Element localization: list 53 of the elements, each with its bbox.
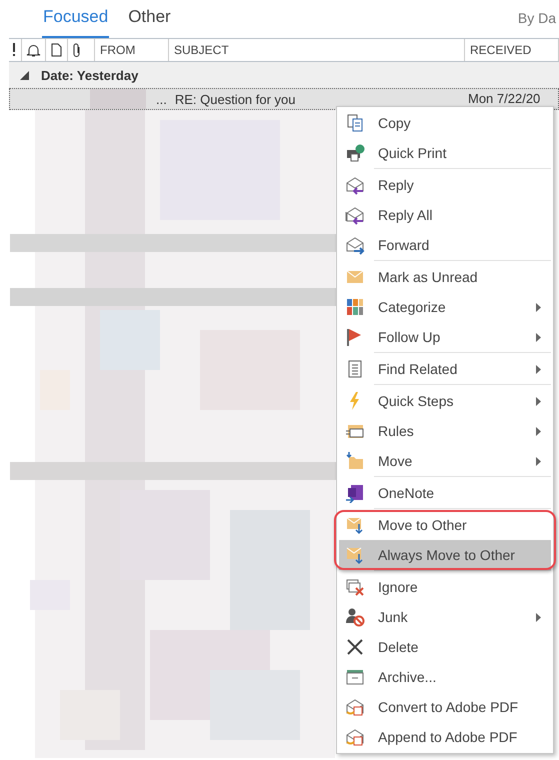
message-preview: ... xyxy=(156,92,167,106)
group-label: Date: Yesterday xyxy=(41,68,138,82)
reply-icon xyxy=(345,175,365,195)
menu-item[interactable]: Move xyxy=(339,446,551,476)
menu-item[interactable]: Mark as Unread xyxy=(339,262,551,292)
copy-icon xyxy=(345,113,365,133)
paperclip-icon[interactable] xyxy=(72,42,82,58)
collapse-icon[interactable] xyxy=(20,70,29,80)
menu-item[interactable]: Reply All xyxy=(339,200,551,230)
ignore-icon xyxy=(345,577,365,597)
menu-item[interactable]: Follow Up xyxy=(339,322,551,352)
column-header[interactable]: SUBJECT xyxy=(174,43,229,57)
message-subject: RE: Question for you xyxy=(174,92,296,106)
menu-item[interactable]: Ignore xyxy=(339,572,551,602)
envelope-down-icon xyxy=(345,515,365,535)
menu-item[interactable]: Always Move to Other xyxy=(339,540,551,570)
menu-item[interactable]: Forward xyxy=(339,230,551,260)
category-icon xyxy=(345,297,365,317)
message-date: Mon 7/22/20 xyxy=(468,91,540,106)
menu-item[interactable]: Categorize xyxy=(339,292,551,322)
column-header[interactable]: RECEIVED xyxy=(470,43,532,57)
archive-icon xyxy=(345,667,365,687)
menu-item[interactable]: Reply xyxy=(339,170,551,200)
sort-label[interactable]: By Da xyxy=(518,10,556,26)
menu-item[interactable]: Quick Steps xyxy=(339,386,551,416)
folder-icon xyxy=(345,451,365,471)
menu-item[interactable]: Delete xyxy=(339,632,551,662)
printer-icon xyxy=(345,143,365,163)
menu-item[interactable]: Quick Print xyxy=(339,138,551,168)
bell-icon[interactable] xyxy=(26,43,41,57)
envelope-down-icon xyxy=(345,545,365,565)
column-header[interactable]: FROM xyxy=(100,43,136,57)
importance-icon[interactable] xyxy=(12,43,16,57)
pdf-envelope-icon xyxy=(345,697,365,717)
menu-item[interactable]: Convert to Adobe PDF xyxy=(339,692,551,722)
menu-item[interactable]: Append to Adobe PDF xyxy=(339,722,551,752)
close-icon xyxy=(345,637,365,657)
pdf-envelope-icon xyxy=(345,727,365,747)
message-row[interactable]: ... RE: Question for you Mon 7/22/20 xyxy=(9,88,559,110)
tab[interactable]: Focused xyxy=(42,7,110,38)
menu-item[interactable]: Rules xyxy=(339,416,551,446)
notebook-icon xyxy=(345,483,365,503)
reply-all-icon xyxy=(345,205,365,225)
menu-item[interactable]: Archive... xyxy=(339,662,551,692)
menu-item[interactable]: Junk xyxy=(339,602,551,632)
document-icon[interactable] xyxy=(51,43,62,57)
menu-item[interactable]: OneNote xyxy=(339,478,551,508)
menu-item[interactable]: Copy xyxy=(339,108,551,138)
tab[interactable]: Other xyxy=(127,7,172,38)
menu-item[interactable]: Move to Other xyxy=(339,510,551,540)
blocked-person-icon xyxy=(345,607,365,627)
menu-item[interactable]: Find Related xyxy=(339,354,551,384)
forward-icon xyxy=(345,235,365,255)
